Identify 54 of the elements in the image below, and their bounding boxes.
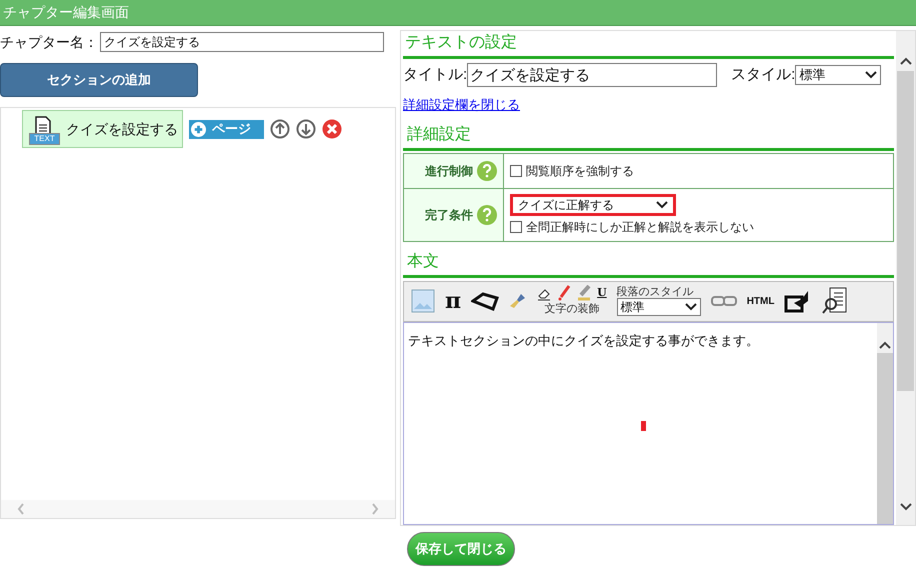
window-title: チャプター編集画面 <box>3 3 129 22</box>
style-select[interactable]: 標準 <box>795 65 882 85</box>
section-item[interactable]: TEXT クイズを設定する <box>22 110 183 148</box>
setting-label: 完了条件 <box>425 206 473 224</box>
close-details-link[interactable]: 詳細設定欄を閉じる <box>403 95 520 114</box>
link-icon[interactable] <box>710 295 737 307</box>
pen-icon[interactable] <box>557 285 572 301</box>
underline-button[interactable]: U <box>597 284 607 301</box>
plus-icon <box>191 122 206 136</box>
editor-text: テキストセクションの中にクイズを設定する事ができます。 <box>408 332 759 348</box>
shape-icon[interactable] <box>471 291 500 311</box>
document-icon <box>35 116 51 136</box>
text-editor[interactable]: テキストセクションの中にクイズを設定する事ができます。 <box>403 322 894 525</box>
checkbox-label: 閲覧順序を強制する <box>526 162 634 180</box>
scroll-down-icon <box>900 503 912 511</box>
add-section-button[interactable]: セクションの追加 <box>0 63 198 97</box>
cursor-mark <box>641 420 646 430</box>
delete-icon[interactable] <box>322 119 342 139</box>
scroll-up-icon <box>900 57 912 65</box>
decoration-label: 文字の装飾 <box>544 302 600 317</box>
highlighter-icon[interactable] <box>577 285 592 301</box>
move-down-icon[interactable] <box>296 119 316 139</box>
text-badge: TEXT <box>29 133 60 145</box>
math-icon[interactable]: π <box>445 284 462 318</box>
help-icon[interactable] <box>477 204 497 224</box>
eraser-icon[interactable] <box>537 287 552 301</box>
brush-icon[interactable] <box>509 292 528 310</box>
scroll-right-icon <box>371 503 379 515</box>
chapter-name-field[interactable]: クイズを設定する <box>100 32 384 52</box>
title-field[interactable]: クイズを設定する <box>467 63 718 87</box>
paragraph-style-label: 段落のスタイル <box>616 286 695 298</box>
setting-label: 進行制御 <box>425 162 473 180</box>
style-label: スタイル: <box>731 64 796 85</box>
scroll-up-icon <box>879 340 891 348</box>
move-up-icon[interactable] <box>270 119 290 139</box>
chapter-name-label: チャプター名： <box>0 32 98 52</box>
help-icon[interactable] <box>477 160 497 180</box>
checkbox-label: 全問正解時にしか正解と解説を表示しない <box>526 218 754 236</box>
details-heading: 詳細設定 <box>406 124 471 144</box>
checkbox[interactable] <box>510 220 522 232</box>
section-heading: テキストの設定 <box>404 32 517 53</box>
vertical-scrollbar[interactable] <box>896 31 915 525</box>
completion-select[interactable]: クイズに正解する <box>510 194 676 216</box>
editor-scrollbar[interactable] <box>877 322 893 524</box>
checkbox[interactable] <box>510 164 522 176</box>
image-icon[interactable] <box>411 289 435 313</box>
horizontal-scrollbar[interactable] <box>1 500 395 518</box>
body-heading: 本文 <box>406 252 439 272</box>
paragraph-style-select[interactable]: 標準 <box>616 298 701 316</box>
title-label: タイトル: <box>403 64 468 85</box>
preview-icon[interactable] <box>822 287 848 315</box>
html-button[interactable]: HTML <box>746 294 774 308</box>
scroll-left-icon <box>17 503 25 515</box>
section-title: クイズを設定する <box>66 120 178 138</box>
